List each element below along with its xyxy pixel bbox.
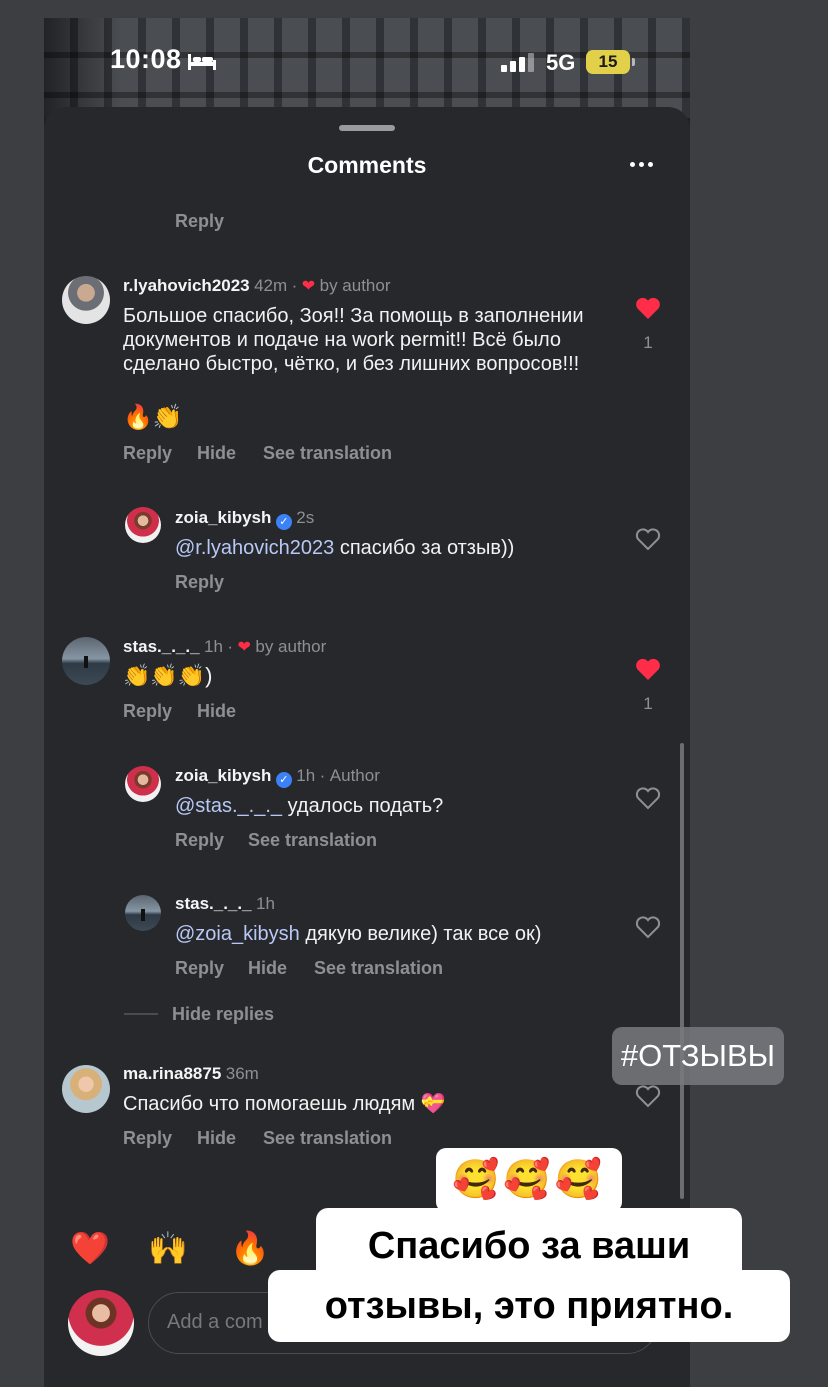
comment-time: 42m — [254, 276, 288, 295]
mention-link[interactable]: @zoia_kibysh — [175, 923, 300, 945]
username[interactable]: stas._._._ — [175, 894, 252, 913]
like-count: 1 — [643, 694, 653, 713]
comment-text: @stas._._._ удалось подать? — [175, 795, 444, 817]
comment-header: zoia_kibysh ✓ 1h · Author — [175, 766, 380, 788]
reply-button[interactable]: Reply — [175, 958, 224, 979]
liked-heart-icon[interactable] — [635, 296, 661, 320]
hashtag-sticker[interactable]: #ОТЗЫВЫ — [612, 1027, 784, 1085]
status-time: 10:08 — [110, 44, 182, 74]
comment-text: 👏👏👏) — [123, 663, 213, 688]
comment-header: stas._._._ 1h · ❤ by author — [123, 637, 327, 656]
reply-button[interactable]: Reply — [175, 572, 224, 593]
emoji-sticker: 🥰🥰🥰 — [436, 1148, 622, 1212]
emoji-fire-button[interactable]: 🔥 — [230, 1229, 270, 1267]
mention-link[interactable]: @stas._._._ — [175, 795, 282, 817]
username[interactable]: zoia_kibysh — [175, 766, 271, 785]
emoji-heart-button[interactable]: ❤️ — [70, 1229, 110, 1267]
mention-link[interactable]: @r.lyahovich2023 — [175, 537, 334, 559]
comment-time: 1h — [296, 766, 316, 785]
avatar[interactable] — [62, 1065, 110, 1113]
heart-outline-icon[interactable] — [635, 1084, 661, 1108]
reply-button[interactable]: Reply — [123, 701, 172, 722]
heart-outline-icon[interactable] — [635, 915, 661, 939]
sleep-focus-icon — [188, 54, 216, 70]
battery-icon: 15 — [586, 50, 635, 74]
username[interactable]: zoia_kibysh — [175, 508, 271, 527]
avatar[interactable] — [125, 766, 161, 802]
see-translation-button[interactable]: See translation — [263, 1128, 392, 1149]
verified-badge-icon: ✓ — [275, 514, 292, 530]
comment-input-placeholder: Add a com — [167, 1311, 263, 1333]
emoji-raised-hands-button[interactable]: 🙌 — [148, 1229, 188, 1267]
reply-button[interactable]: Reply — [175, 211, 224, 232]
network-label: 5G — [546, 50, 576, 75]
hide-button[interactable]: Hide — [197, 1128, 236, 1149]
username[interactable]: r.lyahovich2023 — [123, 276, 250, 295]
like-count: 1 — [643, 333, 653, 352]
comment-text: Спасибо что помогаешь людям 💝 — [123, 1093, 446, 1115]
username[interactable]: ma.rina8875 — [123, 1064, 221, 1083]
user-avatar — [68, 1290, 134, 1356]
comment-header: stas._._._ 1h — [175, 894, 275, 914]
see-translation-button[interactable]: See translation — [263, 443, 392, 464]
hide-replies-button[interactable]: Hide replies — [172, 1004, 274, 1025]
avatar[interactable] — [62, 276, 110, 324]
comment-header: ma.rina8875 36m — [123, 1064, 259, 1084]
comment-text: @r.lyahovich2023 спасибо за отзыв)) — [175, 537, 515, 559]
avatar[interactable] — [125, 507, 161, 543]
comment-header: r.lyahovich2023 42m · ❤ by author — [123, 276, 391, 295]
replies-divider — [124, 1013, 158, 1015]
comment-text: Большое спасибо, Зоя!! За помощь в запол… — [123, 305, 584, 375]
reply-button[interactable]: Reply — [123, 1128, 172, 1149]
comment-time: 2s — [296, 508, 315, 527]
sheet-title: Comments — [307, 152, 427, 178]
comment-text: @zoia_kibysh дякую велике) так все ок) — [175, 923, 542, 945]
hide-button[interactable]: Hide — [197, 443, 236, 464]
caption-line-2: отзывы, это приятно. — [268, 1270, 790, 1342]
sheet-grabber[interactable] — [339, 125, 395, 131]
reply-button[interactable]: Reply — [175, 830, 224, 851]
see-translation-button[interactable]: See translation — [314, 958, 443, 979]
heart-icon: ❤ — [301, 278, 316, 295]
heart-outline-icon[interactable] — [635, 527, 661, 551]
more-options-button[interactable] — [624, 152, 660, 178]
avatar[interactable] — [62, 637, 110, 685]
see-translation-button[interactable]: See translation — [248, 830, 377, 851]
comment-time: 36m — [225, 1064, 259, 1083]
author-label: Author — [329, 766, 380, 785]
comment-header: zoia_kibysh ✓ 2s — [175, 508, 314, 530]
hide-button[interactable]: Hide — [248, 958, 287, 979]
username[interactable]: stas._._._ — [123, 637, 200, 656]
heart-icon: ❤ — [237, 639, 251, 656]
verified-badge-icon: ✓ — [275, 772, 292, 788]
avatar[interactable] — [125, 895, 161, 931]
scrollbar[interactable] — [680, 743, 684, 1199]
liked-by-author-label: by author — [255, 637, 327, 656]
liked-heart-icon[interactable] — [635, 657, 661, 681]
hide-button[interactable]: Hide — [197, 701, 236, 722]
heart-outline-icon[interactable] — [635, 786, 661, 810]
liked-by-author-label: by author — [319, 276, 391, 295]
cellular-signal-icon — [501, 53, 534, 72]
reply-button[interactable]: Reply — [123, 443, 172, 464]
comment-time: 1h — [256, 894, 275, 913]
comment-time: 1h — [204, 637, 223, 656]
comment-emojis: 🔥👏 — [123, 404, 183, 431]
